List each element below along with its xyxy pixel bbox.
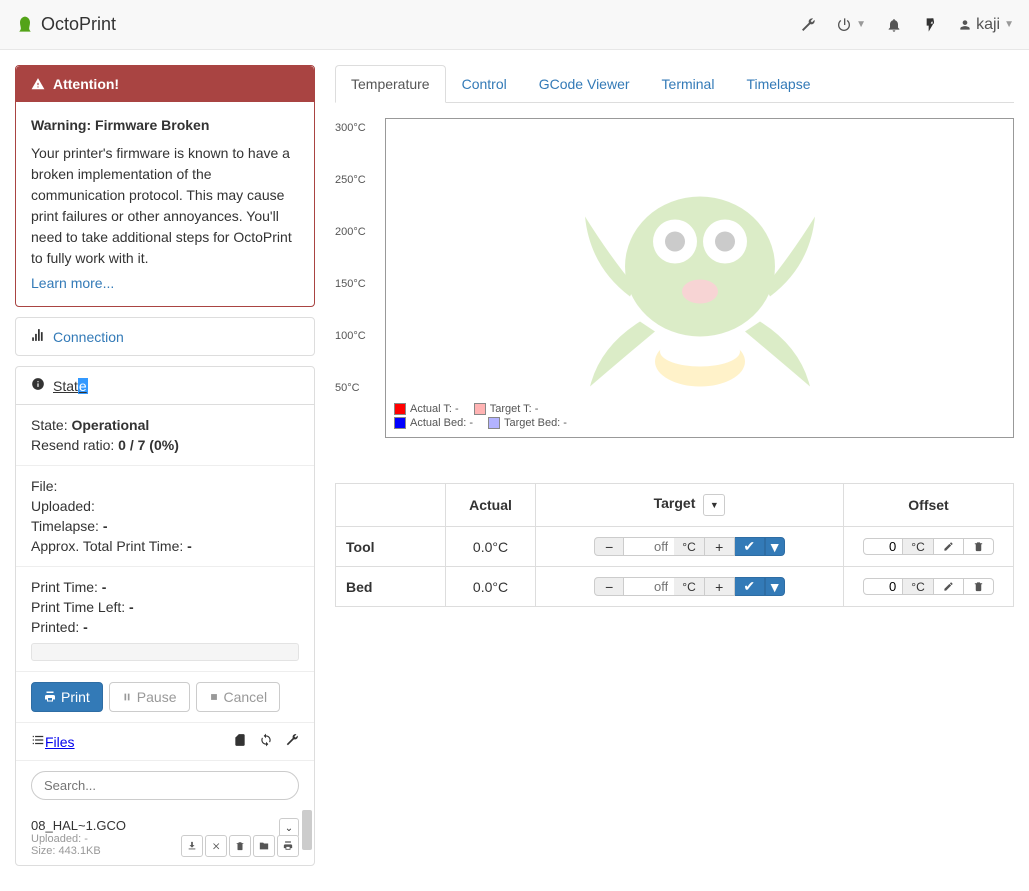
file-entry[interactable]: ⌄ 08_HAL~1.GCO Uploaded: - Size: 443.1KB <box>16 810 314 865</box>
approx-row: Approx. Total Print Time: - <box>31 536 299 556</box>
navbar: OctoPrint ▼ kaji ▼ <box>0 0 1029 50</box>
alert-subheading: Warning: Firmware Broken <box>31 117 299 133</box>
col-actual: Actual <box>446 484 536 527</box>
printed-row: Printed: - <box>31 617 299 637</box>
offset-edit-button[interactable] <box>934 578 964 595</box>
remove-icon[interactable] <box>205 835 227 857</box>
unit-label: °C <box>903 538 933 555</box>
state-value: Operational <box>71 417 149 433</box>
resend-value: 0 / 7 (0%) <box>118 437 179 453</box>
target-input[interactable] <box>624 577 674 596</box>
actual-value: 0.0°C <box>446 567 536 607</box>
notifications-icon[interactable] <box>886 17 902 33</box>
unit-label: °C <box>674 537 704 556</box>
chart-legend: Actual T: - Target T: - Actual Bed: - Ta… <box>394 401 567 429</box>
folder-icon[interactable] <box>253 835 275 857</box>
target-input[interactable] <box>624 537 674 556</box>
list-icon <box>31 733 45 750</box>
row-label: Tool <box>336 527 446 567</box>
print-button[interactable]: Print <box>31 682 103 712</box>
octoprint-logo-icon <box>15 15 35 35</box>
delete-icon[interactable] <box>229 835 251 857</box>
progress-bar <box>31 643 299 661</box>
learn-more-link[interactable]: Learn more... <box>31 275 114 291</box>
temperature-chart: 300°C 250°C 200°C 150°C 100°C 50°C <box>335 118 1014 458</box>
tabs: Temperature Control GCode Viewer Termina… <box>335 65 1014 103</box>
pause-icon <box>122 692 132 702</box>
wrench-icon <box>800 17 816 33</box>
warning-icon <box>31 77 45 91</box>
pause-button[interactable]: Pause <box>109 682 190 712</box>
tab-terminal[interactable]: Terminal <box>646 65 731 103</box>
files-header[interactable]: Files <box>16 723 314 761</box>
col-target: Target▼ <box>536 484 844 527</box>
refresh-icon[interactable] <box>259 733 273 750</box>
attention-heading: Attention! <box>16 66 314 102</box>
row-label: Bed <box>336 567 446 607</box>
cancel-button[interactable]: Cancel <box>196 682 281 712</box>
uploaded-row: Uploaded: <box>31 496 299 516</box>
alert-body: Your printer's firmware is known to have… <box>31 143 299 269</box>
target-dropdown-button[interactable]: ▼ <box>765 577 785 596</box>
system-menu[interactable]: ▼ <box>836 17 866 33</box>
unit-label: °C <box>674 577 704 596</box>
username: kaji <box>976 16 1000 34</box>
tab-temperature[interactable]: Temperature <box>335 65 446 103</box>
attention-panel: Attention! Warning: Firmware Broken Your… <box>15 65 315 307</box>
actual-value: 0.0°C <box>446 527 536 567</box>
announcements-icon[interactable] <box>922 17 938 33</box>
user-icon <box>958 18 972 32</box>
power-icon <box>836 17 852 33</box>
offset-delete-button[interactable] <box>964 578 994 595</box>
search-input[interactable] <box>31 771 299 800</box>
sd-card-icon[interactable] <box>233 733 247 750</box>
signal-icon <box>31 328 45 345</box>
col-offset: Offset <box>844 484 1014 527</box>
octopus-background <box>560 147 840 410</box>
temperature-table: Actual Target▼ Offset Tool 0.0°C − °C + … <box>335 483 1014 607</box>
print-icon <box>44 691 56 703</box>
stop-icon <box>209 692 219 702</box>
target-decrement-button[interactable]: − <box>594 577 624 596</box>
brand[interactable]: OctoPrint <box>15 14 116 35</box>
unit-label: °C <box>903 578 933 595</box>
target-apply-button[interactable]: ✔ <box>735 577 765 596</box>
target-apply-button[interactable]: ✔ <box>735 537 765 556</box>
bell-icon <box>886 17 902 33</box>
file-row: File: <box>31 476 299 496</box>
offset-input[interactable] <box>863 578 903 595</box>
connection-header[interactable]: Connection <box>16 318 314 355</box>
state-header[interactable]: State <box>16 367 314 405</box>
printleft-row: Print Time Left: - <box>31 597 299 617</box>
timelapse-row: Timelapse: - <box>31 516 299 536</box>
offset-input[interactable] <box>863 538 903 555</box>
files-settings-icon[interactable] <box>285 733 299 750</box>
printtime-row: Print Time: - <box>31 577 299 597</box>
tab-timelapse[interactable]: Timelapse <box>730 65 826 103</box>
table-row: Bed 0.0°C − °C + ✔ ▼ °C <box>336 567 1014 607</box>
target-increment-button[interactable]: + <box>705 537 735 556</box>
tab-gcode[interactable]: GCode Viewer <box>523 65 646 103</box>
target-decrement-button[interactable]: − <box>594 537 624 556</box>
brand-text: OctoPrint <box>41 14 116 35</box>
offset-delete-button[interactable] <box>964 538 994 555</box>
target-increment-button[interactable]: + <box>705 577 735 596</box>
bolt-icon <box>922 17 938 33</box>
file-print-icon[interactable] <box>277 835 299 857</box>
offset-edit-button[interactable] <box>934 538 964 555</box>
settings-icon[interactable] <box>800 17 816 33</box>
info-icon <box>31 377 45 394</box>
target-dropdown-button[interactable]: ▼ <box>765 537 785 556</box>
tab-control[interactable]: Control <box>446 65 523 103</box>
table-row: Tool 0.0°C − °C + ✔ ▼ °C <box>336 527 1014 567</box>
target-presets-button[interactable]: ▼ <box>703 494 725 516</box>
download-icon[interactable] <box>181 835 203 857</box>
user-menu[interactable]: kaji ▼ <box>958 16 1014 34</box>
